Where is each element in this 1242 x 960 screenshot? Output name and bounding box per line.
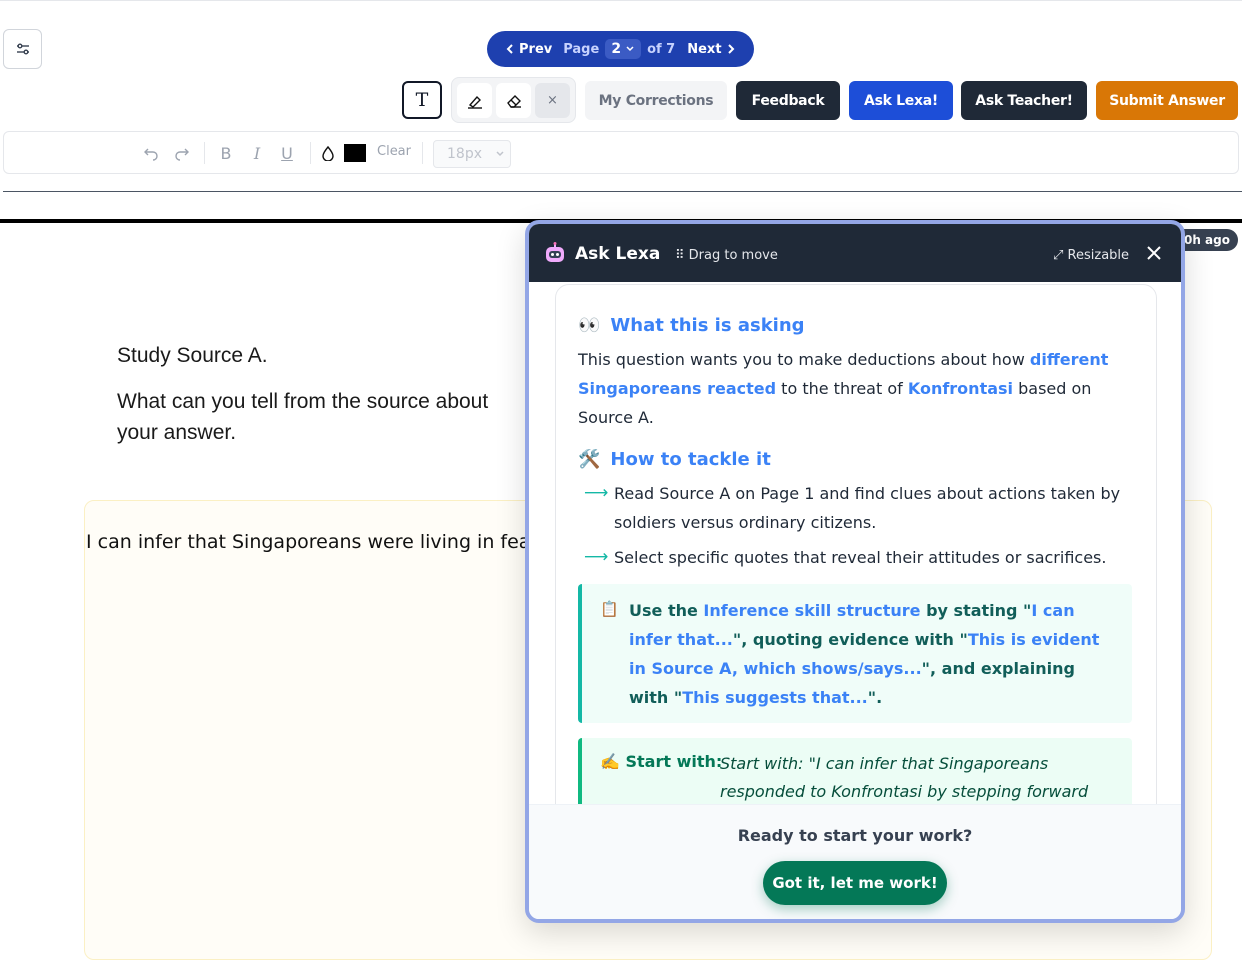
page-select[interactable]: 2 — [605, 39, 642, 59]
page-navigator: Prev Page 2 of 7 Next — [487, 31, 754, 67]
question-line: your answer. — [117, 421, 237, 444]
ask-teacher-button[interactable]: Ask Teacher! — [961, 81, 1087, 120]
prev-label: Prev — [519, 41, 553, 57]
next-label: Next — [687, 41, 722, 57]
question-text: What can you tell from the source about … — [117, 386, 537, 448]
current-page: 2 — [611, 41, 622, 57]
tip-highlight: This suggests that... — [682, 688, 868, 707]
clear-format-button[interactable]: Clear — [377, 144, 411, 159]
highlight-text: Konfrontasi — [907, 379, 1014, 398]
list-item-text: Read Source A on Page 1 and find clues a… — [614, 484, 1121, 532]
highlighter-button[interactable] — [457, 83, 492, 118]
list-item: ⟶ Select specific quotes that reveal the… — [584, 543, 1144, 572]
tip-part: by stating " — [920, 601, 1032, 620]
clear-drawing-button[interactable]: × — [535, 83, 570, 118]
chevron-down-icon — [496, 151, 504, 157]
color-swatch[interactable] — [344, 144, 366, 162]
question-instruction: Study Source A. — [117, 344, 268, 367]
eyes-icon: 👀 — [578, 315, 601, 336]
redo-button[interactable] — [173, 142, 191, 164]
sliders-icon — [16, 43, 29, 55]
format-toolbar: B I U Clear 18px — [3, 131, 1239, 174]
text-color-button[interactable] — [320, 142, 336, 164]
arrow-right-icon: ⟶ — [584, 547, 609, 567]
toolbar-divider — [422, 142, 423, 164]
guidance-card: 👀 What this is asking This question want… — [555, 284, 1157, 824]
chevron-left-icon — [506, 44, 513, 54]
settings-button[interactable] — [3, 29, 42, 69]
arrow-right-icon: ⟶ — [584, 483, 609, 503]
body-text: to the threat of — [776, 379, 908, 398]
highlighter-icon — [467, 95, 482, 109]
droplet-icon — [322, 145, 334, 161]
eraser-icon — [506, 94, 521, 108]
list-item: ⟶ Read Source A on Page 1 and find clues… — [584, 479, 1144, 537]
tip-text: Use the Inference skill structure by sta… — [629, 596, 1119, 712]
heading-text: How to tackle it — [610, 449, 771, 470]
chevron-right-icon — [727, 44, 734, 54]
start-work-button[interactable]: Got it, let me work! — [763, 861, 947, 905]
starter-label: ✍️ Start with: — [600, 752, 723, 771]
eraser-button[interactable] — [496, 83, 531, 118]
undo-button[interactable] — [142, 142, 160, 164]
redo-icon — [175, 148, 189, 161]
page-label: Page — [563, 41, 600, 57]
answer-text[interactable]: I can infer that Singaporeans were livin… — [86, 531, 531, 553]
tip-part: ". — [867, 688, 883, 707]
section-heading: 👀 What this is asking — [578, 315, 805, 336]
section-heading: 🛠️ How to tackle it — [578, 449, 771, 470]
divider — [3, 191, 1242, 192]
tip-part: Use the — [629, 601, 704, 620]
text-tool-label: T — [415, 89, 429, 111]
drag-handle[interactable]: ⠿ Drag to move — [675, 248, 778, 263]
toolbar-divider — [310, 142, 311, 164]
chevron-down-icon — [626, 46, 634, 52]
prev-page-button[interactable]: Prev — [505, 42, 552, 57]
undo-icon — [144, 148, 158, 161]
heading-text: What this is asking — [610, 315, 805, 336]
close-icon[interactable] — [1145, 244, 1163, 262]
panel-header[interactable]: Ask Lexa ⠿ Drag to move ⤢ Resizable — [529, 224, 1181, 282]
tip-highlight: Inference skill structure — [703, 601, 921, 620]
resize-hint[interactable]: ⤢ Resizable — [1053, 248, 1129, 263]
panel-footer: Ready to start your work? Got it, let me… — [529, 804, 1181, 919]
bold-button[interactable]: B — [218, 142, 234, 164]
body-text: This question wants you to make deductio… — [578, 350, 1030, 369]
drawing-tools: × — [451, 77, 576, 123]
structure-tip: 📋 Use the Inference skill structure by s… — [578, 584, 1132, 723]
underline-button[interactable]: U — [279, 142, 295, 164]
text-tool-button[interactable]: T — [402, 81, 442, 119]
font-size-select[interactable]: 18px — [433, 140, 511, 168]
my-corrections-button[interactable]: My Corrections — [585, 81, 727, 120]
feedback-button[interactable]: Feedback — [736, 81, 840, 120]
top-divider — [0, 0, 1242, 1]
italic-button[interactable]: I — [249, 142, 265, 164]
question-line: What can you tell from the source about — [117, 390, 489, 413]
page-total: of 7 — [647, 41, 676, 57]
ask-lexa-button[interactable]: Ask Lexa! — [849, 81, 953, 120]
robot-icon — [546, 242, 564, 262]
panel-title: Ask Lexa — [575, 244, 661, 264]
next-page-button[interactable]: Next — [687, 42, 735, 57]
starter-text: Start with: "I can infer that Singaporea… — [720, 754, 1089, 801]
section-body: This question wants you to make deductio… — [578, 345, 1138, 432]
ask-lexa-panel: Ask Lexa ⠿ Drag to move ⤢ Resizable 👀 Wh… — [525, 220, 1185, 923]
tip-part: ", quoting evidence with " — [732, 630, 968, 649]
footer-question: Ready to start your work? — [737, 826, 973, 845]
tools-icon: 🛠️ — [578, 449, 601, 470]
submit-answer-button[interactable]: Submit Answer — [1096, 81, 1238, 120]
toolbar-divider — [204, 142, 205, 164]
list-item-text: Select specific quotes that reveal their… — [614, 548, 1107, 567]
clipboard-icon: 📋 — [600, 600, 619, 618]
close-icon: × — [547, 93, 558, 108]
font-size-value: 18px — [447, 146, 482, 162]
